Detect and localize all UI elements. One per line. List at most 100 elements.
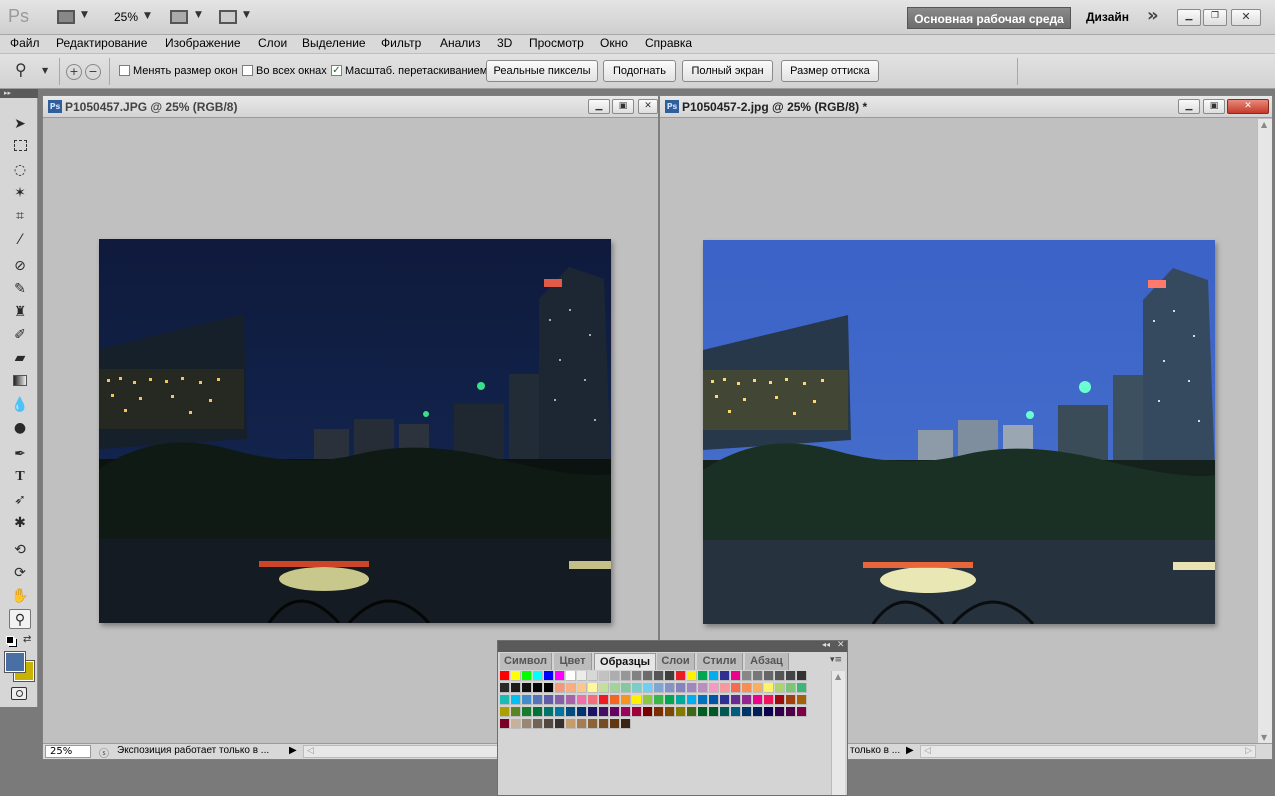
default-colors-icon[interactable]	[6, 636, 14, 644]
chevron-down-icon[interactable]: ▼	[81, 10, 88, 20]
clone-stamp-tool-icon[interactable]: ♜	[9, 302, 31, 322]
color-swatch[interactable]	[555, 719, 565, 729]
color-swatch[interactable]	[731, 683, 741, 693]
actual-pixels-button[interactable]: Реальные пикселы	[486, 60, 598, 82]
zoom-out-icon[interactable]: −	[85, 64, 101, 80]
color-swatch[interactable]	[665, 683, 675, 693]
color-swatch[interactable]	[709, 671, 719, 681]
status-menu-arrow-icon[interactable]: ▶	[289, 745, 297, 756]
color-swatch[interactable]	[588, 719, 598, 729]
color-swatch[interactable]	[500, 707, 510, 717]
chevron-down-icon[interactable]: ▼	[243, 10, 250, 20]
color-swatch[interactable]	[577, 719, 587, 729]
menu-view[interactable]: Просмотр	[529, 36, 584, 50]
color-swatch[interactable]	[544, 671, 554, 681]
swap-colors-icon[interactable]: ⇄	[23, 634, 31, 645]
menu-analysis[interactable]: Анализ	[440, 36, 481, 50]
color-swatch[interactable]	[588, 671, 598, 681]
color-swatch[interactable]	[500, 695, 510, 705]
color-swatch[interactable]	[775, 671, 785, 681]
zoom-field[interactable]: 25%	[45, 745, 91, 758]
color-swatch[interactable]	[522, 719, 532, 729]
menu-image[interactable]: Изображение	[165, 36, 241, 50]
color-swatch[interactable]	[654, 671, 664, 681]
doc-restore-button[interactable]: ▣	[612, 99, 634, 114]
color-swatch[interactable]	[643, 671, 653, 681]
color-swatch[interactable]	[654, 683, 664, 693]
menu-help[interactable]: Справка	[645, 36, 692, 50]
eyedropper-tool-icon[interactable]: ⁄	[9, 230, 31, 250]
move-tool-icon[interactable]: ➤	[9, 114, 31, 134]
history-brush-tool-icon[interactable]: ✐	[9, 325, 31, 345]
color-swatch[interactable]	[654, 695, 664, 705]
color-swatch[interactable]	[775, 683, 785, 693]
color-swatch[interactable]	[544, 683, 554, 693]
tab-color[interactable]: Цвет	[554, 653, 592, 670]
color-swatch[interactable]	[500, 683, 510, 693]
color-swatch[interactable]	[643, 695, 653, 705]
color-swatch[interactable]	[797, 695, 807, 705]
color-swatch[interactable]	[522, 695, 532, 705]
horizontal-scrollbar[interactable]: ◁ ▷	[920, 745, 1256, 758]
color-swatch[interactable]	[676, 671, 686, 681]
menu-window[interactable]: Окно	[600, 36, 628, 50]
app-restore-button[interactable]: ❐	[1203, 9, 1227, 26]
color-swatch[interactable]	[687, 671, 697, 681]
close-panel-icon[interactable]: ✕	[837, 640, 845, 650]
color-swatch[interactable]	[709, 683, 719, 693]
color-swatch[interactable]	[676, 683, 686, 693]
color-swatch[interactable]	[599, 683, 609, 693]
scroll-left-icon[interactable]: ◁	[924, 746, 931, 756]
lasso-tool-icon[interactable]: ◌	[9, 160, 31, 180]
color-swatch[interactable]	[500, 671, 510, 681]
color-swatch[interactable]	[665, 671, 675, 681]
workspace-essentials-button[interactable]: Основная рабочая среда	[907, 7, 1071, 29]
color-swatch[interactable]	[764, 683, 774, 693]
brush-tool-icon[interactable]: ✎	[9, 279, 31, 299]
fill-screen-button[interactable]: Полный экран	[682, 60, 773, 82]
panel-menu-icon[interactable]: ▾≡	[830, 655, 842, 665]
vertical-scrollbar[interactable]: ▲ ▼	[1257, 119, 1272, 743]
color-swatch[interactable]	[610, 671, 620, 681]
color-swatch[interactable]	[566, 671, 576, 681]
color-swatch[interactable]	[654, 707, 664, 717]
color-swatch[interactable]	[720, 695, 730, 705]
color-swatch[interactable]	[511, 683, 521, 693]
color-swatch[interactable]	[566, 683, 576, 693]
scroll-left-icon[interactable]: ◁	[307, 746, 314, 756]
color-swatch[interactable]	[533, 671, 543, 681]
color-swatch[interactable]	[720, 683, 730, 693]
menu-filter[interactable]: Фильтр	[381, 36, 421, 50]
app-close-button[interactable]: ✕	[1231, 9, 1261, 26]
color-swatch[interactable]	[522, 671, 532, 681]
color-swatch[interactable]	[753, 707, 763, 717]
resize-windows-checkbox[interactable]	[119, 65, 130, 76]
color-swatch[interactable]	[610, 707, 620, 717]
scrubby-zoom-checkbox[interactable]: ✓	[331, 65, 342, 76]
collapse-panel-icon[interactable]: ◂◂	[822, 640, 830, 649]
menu-file[interactable]: Файл	[10, 36, 40, 50]
color-swatch[interactable]	[599, 707, 609, 717]
zoom-in-icon[interactable]: +	[66, 64, 82, 80]
shape-tool-icon[interactable]: ✱	[9, 513, 31, 533]
color-swatch[interactable]	[687, 695, 697, 705]
color-swatch[interactable]	[555, 695, 565, 705]
color-swatch[interactable]	[621, 683, 631, 693]
doc-close-button[interactable]: ✕	[1227, 99, 1269, 114]
color-swatch[interactable]	[588, 707, 598, 717]
menu-select[interactable]: Выделение	[302, 36, 366, 50]
color-swatch[interactable]	[775, 695, 785, 705]
zoom-tool-icon[interactable]: ⚲	[9, 609, 31, 629]
color-swatch[interactable]	[676, 695, 686, 705]
color-swatch[interactable]	[698, 671, 708, 681]
color-swatch[interactable]	[533, 683, 543, 693]
color-swatch[interactable]	[555, 671, 565, 681]
color-swatch[interactable]	[731, 671, 741, 681]
color-swatch[interactable]	[522, 683, 532, 693]
color-swatch[interactable]	[544, 719, 554, 729]
foreground-color-swatch[interactable]	[4, 651, 26, 673]
gradient-tool-icon[interactable]	[9, 372, 31, 392]
menu-edit[interactable]: Редактирование	[56, 36, 147, 50]
color-swatch[interactable]	[764, 707, 774, 717]
color-swatch[interactable]	[753, 683, 763, 693]
